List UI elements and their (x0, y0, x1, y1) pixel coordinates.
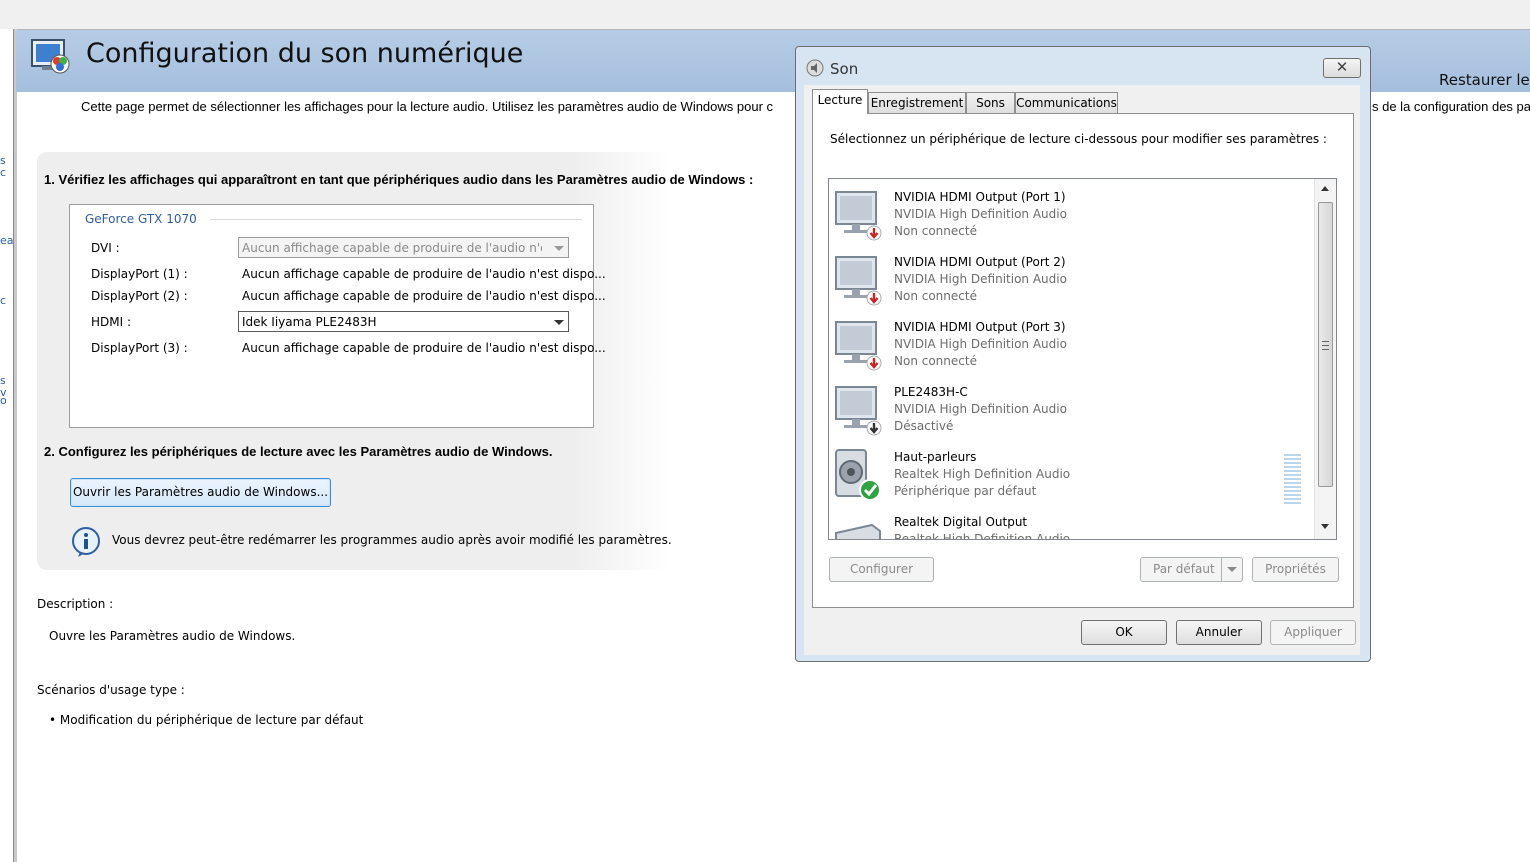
scrollbar-thumb[interactable] (1318, 202, 1333, 487)
port-label-displayport-1: DisplayPort (1) : (91, 267, 188, 281)
info-icon (72, 527, 100, 557)
apply-button[interactable]: Appliquer (1270, 620, 1356, 645)
digital-output-icon (835, 523, 881, 539)
properties-button[interactable]: Propriétés (1252, 557, 1339, 582)
port-label-displayport-2: DisplayPort (2) : (91, 289, 188, 303)
nav-fragment[interactable]: o (0, 395, 7, 407)
gpu-name: GeForce GTX 1070 (85, 212, 197, 226)
device-driver: Realtek High Definition Audio (894, 532, 1071, 540)
displayport-1-value: Aucun affichage capable de produire de l… (242, 267, 606, 281)
close-button[interactable]: ✕ (1323, 58, 1361, 78)
device-driver: Realtek High Definition Audio (894, 467, 1071, 481)
tab-lecture[interactable]: Lecture (812, 89, 868, 114)
scroll-down-icon[interactable] (1321, 524, 1329, 529)
cancel-button[interactable]: Annuler (1176, 620, 1262, 645)
playback-device-list[interactable]: NVIDIA HDMI Output (Port 1) NVIDIA High … (828, 178, 1337, 540)
device-driver: NVIDIA High Definition Audio (894, 402, 1067, 416)
configure-button[interactable]: Configurer (829, 557, 934, 582)
device-name: NVIDIA HDMI Output (Port 2) (894, 255, 1066, 269)
monitor-icon (835, 191, 882, 241)
device-status: Non connecté (894, 224, 977, 238)
set-default-button[interactable]: Par défaut (1140, 557, 1243, 582)
grip-icon (1322, 341, 1329, 350)
device-driver: NVIDIA High Definition Audio (894, 337, 1067, 351)
groupbox-divider (210, 219, 582, 220)
monitor-icon (835, 321, 882, 371)
ok-button[interactable]: OK (1081, 620, 1167, 645)
device-name: NVIDIA HDMI Output (Port 3) (894, 320, 1066, 334)
list-item[interactable]: Haut-parleurs Realtek High Definition Au… (829, 444, 1313, 509)
speaker-icon (806, 59, 824, 77)
window-top-strip (0, 0, 1530, 30)
nav-fragment[interactable]: s c (0, 155, 13, 179)
speaker-icon (835, 449, 881, 501)
hdmi-display-dropdown[interactable]: Idek Iiyama PLE2483H (238, 311, 569, 332)
device-status: Désactivé (894, 419, 954, 433)
tab-communications[interactable]: Communications (1015, 92, 1118, 113)
device-status: Non connecté (894, 354, 977, 368)
dialog-title: Son (830, 60, 859, 78)
volume-level-meter (1284, 454, 1301, 504)
open-windows-audio-settings-button[interactable]: Ouvrir les Paramètres audio de Windows..… (70, 478, 331, 507)
tab-enregistrement[interactable]: Enregistrement (868, 92, 966, 113)
displayport-2-value: Aucun affichage capable de produire de l… (242, 289, 606, 303)
device-driver: NVIDIA High Definition Audio (894, 207, 1067, 221)
splitter[interactable] (13, 29, 17, 862)
dialog-body: Lecture Enregistrement Sons Communicatio… (804, 85, 1360, 655)
set-default-label: Par défaut (1153, 562, 1215, 576)
scroll-up-icon[interactable] (1321, 186, 1329, 191)
gpu-groupbox: GeForce GTX 1070 DVI : Aucun affichage c… (69, 204, 606, 428)
left-nav-rail: s c ea c s v o (0, 29, 14, 862)
page-title: Configuration du son numérique (86, 38, 524, 69)
device-status: Périphérique par défaut (894, 484, 1037, 498)
playback-instruction: Sélectionnez un périphérique de lecture … (830, 132, 1327, 146)
chevron-down-icon[interactable] (1221, 558, 1242, 581)
playback-tab-panel: Sélectionnez un périphérique de lecture … (812, 113, 1354, 608)
nav-fragment[interactable]: ea (0, 235, 14, 247)
description-text: Ouvre les Paramètres audio de Windows. (49, 629, 296, 643)
device-name: NVIDIA HDMI Output (Port 1) (894, 190, 1066, 204)
chevron-down-icon[interactable] (554, 320, 564, 325)
list-item[interactable]: NVIDIA HDMI Output (Port 3) NVIDIA High … (829, 314, 1313, 379)
hdmi-display-value: Idek Iiyama PLE2483H (242, 315, 377, 329)
monitor-icon (835, 256, 882, 306)
device-driver: NVIDIA High Definition Audio (894, 272, 1067, 286)
step2-heading: 2. Configurez les périphériques de lectu… (44, 444, 553, 459)
device-list-scrollbar[interactable] (1314, 179, 1336, 539)
tab-sons[interactable]: Sons (966, 92, 1015, 113)
dvi-display-dropdown: Aucun affichage capable de produire de l… (238, 237, 569, 258)
device-name: Realtek Digital Output (894, 515, 1028, 529)
chevron-down-icon (554, 246, 564, 251)
scenario-item: • Modification du périphérique de lectur… (49, 713, 364, 727)
port-label-displayport-3: DisplayPort (3) : (91, 341, 188, 355)
list-item[interactable]: PLE2483H-C NVIDIA High Definition Audio … (829, 379, 1313, 444)
list-item[interactable]: NVIDIA HDMI Output (Port 2) NVIDIA High … (829, 249, 1313, 314)
step1-heading: 1. Vérifiez les affichages qui apparaîtr… (44, 172, 754, 187)
intro-text: Cette page permet de sélectionner les af… (81, 99, 774, 114)
restart-notice: Vous devrez peut-être redémarrer les pro… (112, 533, 672, 547)
device-status: Non connecté (894, 289, 977, 303)
dvi-display-value: Aucun affichage capable de produire de l… (242, 241, 542, 255)
monitor-icon (835, 386, 882, 436)
description-label: Description : (37, 597, 114, 611)
intro-text-continued: s de la configuration des pa (1372, 99, 1530, 114)
scenarios-label: Scénarios d'usage type : (37, 683, 185, 697)
restore-defaults-link[interactable]: Restaurer les (1439, 71, 1530, 89)
device-name: PLE2483H-C (894, 385, 968, 399)
port-label-dvi: DVI : (91, 241, 120, 255)
sound-dialog: Son ✕ Lecture Enregistrement Sons Commun… (795, 46, 1371, 662)
list-item[interactable]: NVIDIA HDMI Output (Port 1) NVIDIA High … (829, 184, 1313, 249)
device-name: Haut-parleurs (894, 450, 977, 464)
nav-fragment[interactable]: c (0, 295, 6, 307)
digital-audio-icon (31, 39, 70, 74)
list-item[interactable]: Realtek Digital Output Realtek High Defi… (829, 509, 1313, 540)
displayport-3-value: Aucun affichage capable de produire de l… (242, 341, 606, 355)
port-label-hdmi: HDMI : (91, 315, 132, 329)
